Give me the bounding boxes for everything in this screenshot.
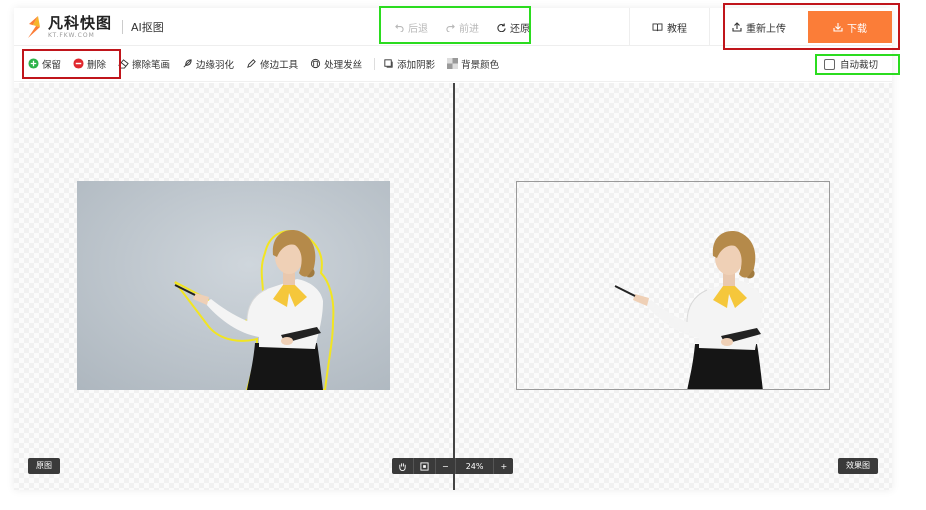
zoom-level: 24% (465, 461, 484, 471)
zoom-controls: − 24% + (392, 458, 514, 474)
original-image-label: 原图 (28, 458, 60, 474)
auto-crop-toggle[interactable]: 自动裁切 (823, 57, 878, 71)
fit-screen-icon (420, 461, 429, 471)
edge-feather-button[interactable]: 边缘羽化 (182, 57, 234, 71)
pan-hand-button[interactable] (392, 458, 414, 474)
keep-button[interactable]: 保留 (28, 57, 61, 71)
person-result (614, 231, 763, 389)
redo-label: 前进 (459, 23, 479, 35)
restore-icon (497, 22, 506, 32)
trim-tool-button[interactable]: 修边工具 (246, 57, 298, 71)
restore-label: 还原 (510, 23, 530, 35)
delete-label: 删除 (87, 59, 107, 71)
app-window: 凡科快图 KT.FKW.COM AI抠图 后退 前进 还原 教程 重新上传 下载… (14, 8, 892, 490)
logo[interactable]: 凡科快图 KT.FKW.COM AI抠图 (24, 14, 164, 40)
minus-circle-icon (73, 58, 84, 69)
restore-button[interactable]: 还原 (497, 20, 530, 35)
undo-button[interactable]: 后退 (395, 20, 428, 35)
redo-button[interactable]: 前进 (446, 20, 479, 35)
hair-process-label: 处理发丝 (324, 59, 363, 71)
logo-name: 凡科快图 (48, 13, 113, 32)
reupload-button[interactable]: 重新上传 (710, 8, 808, 46)
history-controls: 后退 前进 还原 (386, 8, 539, 46)
add-shadow-button[interactable]: 添加阴影 (383, 57, 435, 71)
download-button[interactable]: 下载 (808, 11, 892, 43)
erase-stroke-label: 擦除笔画 (132, 59, 171, 71)
background-color-button[interactable]: 背景颜色 (447, 57, 499, 71)
zoom-out-button[interactable]: − (436, 458, 456, 474)
delete-button[interactable]: 删除 (73, 57, 106, 71)
pen-icon (247, 59, 256, 68)
hair-icon (310, 58, 321, 69)
logo-divider (122, 20, 124, 34)
tutorial-button[interactable]: 教程 (629, 8, 710, 46)
header-actions: 教程 重新上传 下载 (629, 8, 892, 46)
logo-mark-icon (24, 15, 44, 39)
add-shadow-label: 添加阴影 (397, 59, 436, 71)
editor-canvas[interactable]: 原图 − 24% + 效果图 (14, 83, 892, 490)
app-title: AI抠图 (131, 21, 164, 34)
download-icon (833, 23, 843, 32)
fit-screen-button[interactable] (414, 458, 436, 474)
toolbar-divider (374, 57, 376, 70)
hand-icon (399, 462, 406, 471)
zoom-in-button[interactable]: + (493, 458, 513, 474)
reupload-label: 重新上传 (746, 23, 786, 35)
book-icon (652, 22, 663, 31)
trim-tool-label: 修边工具 (260, 59, 299, 71)
result-image-label: 效果图 (838, 458, 878, 474)
undo-icon (395, 23, 404, 32)
auto-crop-checkbox[interactable] (823, 58, 835, 70)
undo-label: 后退 (408, 23, 428, 35)
bgcolor-icon (447, 58, 459, 69)
tool-bar: 保留 删除 擦除笔画 边缘羽化 修边工具 处理发丝 添加阴影 背景颜色 自动裁切 (14, 46, 892, 82)
redo-icon (446, 23, 455, 32)
original-image[interactable] (77, 181, 390, 390)
erase-stroke-button[interactable]: 擦除笔画 (118, 57, 170, 71)
compare-divider[interactable] (453, 83, 455, 490)
top-bar: 凡科快图 KT.FKW.COM AI抠图 后退 前进 还原 教程 重新上传 下载 (14, 8, 892, 46)
hair-process-button[interactable]: 处理发丝 (310, 57, 362, 71)
shadow-icon (384, 59, 393, 68)
result-image[interactable] (516, 181, 830, 390)
upload-icon (732, 22, 742, 32)
plus-circle-icon (28, 58, 39, 69)
download-label: 下载 (847, 23, 867, 35)
tutorial-label: 教程 (667, 23, 687, 35)
feather-icon (183, 59, 192, 68)
background-color-label: 背景颜色 (461, 59, 500, 71)
edge-feather-label: 边缘羽化 (196, 59, 235, 71)
keep-label: 保留 (42, 59, 62, 71)
auto-crop-label: 自动裁切 (839, 60, 878, 71)
logo-domain: KT.FKW.COM (48, 31, 95, 39)
eraser-icon (118, 59, 129, 69)
